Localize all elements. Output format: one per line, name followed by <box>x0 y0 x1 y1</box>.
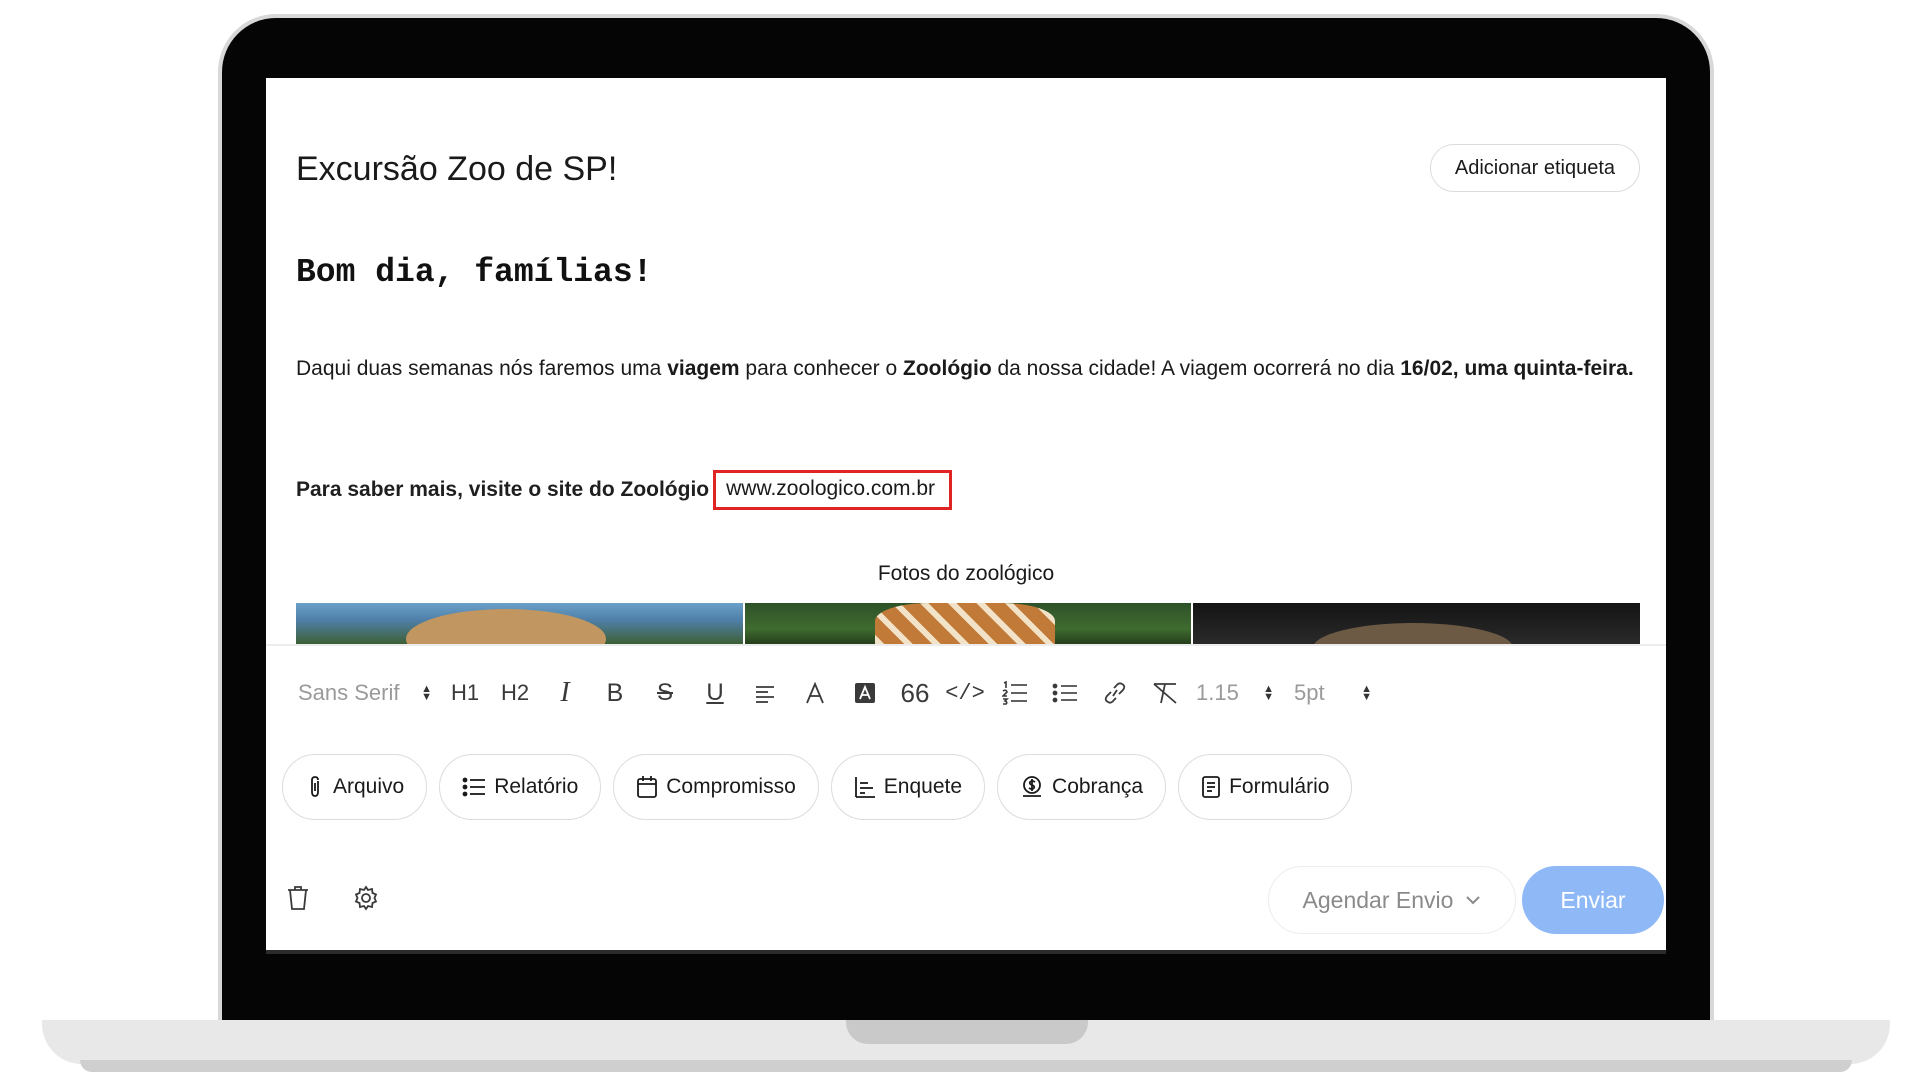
code-button[interactable]: </> <box>940 668 990 718</box>
list-icon <box>462 777 486 797</box>
poll-button[interactable]: Enquete <box>830 754 986 820</box>
screen-bottom-edge <box>266 950 1666 954</box>
zoo-photo-animal[interactable] <box>1191 603 1640 646</box>
zoo-website-link[interactable]: www.zoologico.com.br <box>713 470 953 510</box>
body-greeting[interactable]: Bom dia, famílias! <box>296 254 652 291</box>
paragraph-bold-text: Zoológio <box>903 357 992 380</box>
link-button[interactable] <box>1090 668 1140 718</box>
toolbar-divider <box>266 644 1666 646</box>
report-button[interactable]: Relatório <box>439 754 602 820</box>
zoo-photo-giraffe[interactable] <box>742 603 1192 646</box>
appointment-button[interactable]: Compromisso <box>613 754 819 820</box>
paragraph-text: Daqui duas semanas nós faremos uma <box>296 357 668 380</box>
updown-arrows-icon: ▲ ▼ <box>1361 683 1372 703</box>
photos-caption: Fotos do zoológico <box>877 562 1055 585</box>
body-paragraph[interactable]: Daqui duas semanas nós faremos uma viage… <box>296 352 1636 386</box>
formatting-toolbar: Sans Serif ▲ ▼ H1 H2 I B S U 66 </> 1.15… <box>292 668 1386 718</box>
clear-format-button[interactable] <box>1140 668 1190 718</box>
form-label: Formulário <box>1229 775 1330 798</box>
bullet-list-icon <box>1052 683 1077 703</box>
chevron-down-icon <box>1466 896 1481 905</box>
italic-button[interactable]: I <box>540 668 590 718</box>
highlight-icon <box>855 683 875 703</box>
heading1-button[interactable]: H1 <box>440 668 490 718</box>
strikethrough-button[interactable]: S <box>640 668 690 718</box>
bullet-list-button[interactable] <box>1040 668 1090 718</box>
attachment-options: Arquivo Relatório Compromisso Enquete Co… <box>282 754 1353 820</box>
line-height-value: 1.15 <box>1196 680 1239 705</box>
underline-button[interactable]: U <box>690 668 740 718</box>
laptop-base-shadow <box>80 1060 1852 1072</box>
attach-file-label: Arquivo <box>333 775 405 798</box>
font-size-value: 5pt <box>1294 680 1325 705</box>
form-icon <box>1202 776 1220 798</box>
report-label: Relatório <box>494 775 579 798</box>
ordered-list-button[interactable] <box>990 668 1040 718</box>
photo-gallery <box>296 603 1640 646</box>
calendar-icon <box>637 776 658 798</box>
heading2-button[interactable]: H2 <box>490 668 540 718</box>
message-subject[interactable]: Excursão Zoo de SP! <box>296 150 617 189</box>
settings-button[interactable] <box>346 878 386 918</box>
paragraph-bold-text: viagem <box>667 357 740 380</box>
text-color-icon <box>806 681 824 704</box>
poll-label: Enquete <box>883 775 963 798</box>
link-paragraph: Para saber mais, visite o site do Zoológ… <box>296 470 953 510</box>
schedule-send-label: Agendar Envio <box>1302 886 1454 913</box>
ordered-list-icon <box>1002 681 1027 705</box>
form-button[interactable]: Formulário <box>1178 754 1353 820</box>
text-color-button[interactable] <box>790 668 840 718</box>
message-composer: Excursão Zoo de SP! Adicionar etiqueta B… <box>266 78 1666 950</box>
align-button[interactable] <box>740 668 790 718</box>
quote-button[interactable]: 66 <box>890 668 940 718</box>
gear-icon <box>354 885 378 911</box>
money-icon <box>1023 776 1042 797</box>
highlight-button[interactable] <box>840 668 890 718</box>
trash-icon <box>288 886 308 910</box>
font-family-select[interactable]: Sans Serif ▲ ▼ <box>292 668 440 718</box>
font-family-value: Sans Serif <box>298 680 400 705</box>
paragraph-bold-text: 16/02, uma quinta-feira. <box>1400 357 1634 380</box>
align-left-icon <box>756 686 774 703</box>
laptop-notch <box>846 1020 1088 1044</box>
paragraph-text: para conhecer o <box>739 357 904 380</box>
charge-button[interactable]: Cobrança <box>997 754 1167 820</box>
updown-arrows-icon: ▲ ▼ <box>1263 683 1274 703</box>
bold-button[interactable]: B <box>590 668 640 718</box>
link-lead-text: Para saber mais, visite o site do Zoológ… <box>296 478 710 501</box>
clear-format-icon <box>1153 683 1177 704</box>
paragraph-text: da nossa cidade! A viagem ocorrerá no di… <box>991 357 1401 380</box>
link-icon <box>1104 682 1126 704</box>
zoo-photo-lion[interactable] <box>296 603 743 646</box>
attach-file-button[interactable]: Arquivo <box>282 754 428 820</box>
line-height-select[interactable]: 1.15 ▲ ▼ <box>1190 668 1288 718</box>
delete-button[interactable] <box>278 878 318 918</box>
font-size-select[interactable]: 5pt ▲ ▼ <box>1288 668 1386 718</box>
paperclip-icon <box>311 776 319 797</box>
appointment-label: Compromisso <box>666 775 796 798</box>
schedule-send-button[interactable]: Agendar Envio <box>1268 866 1516 934</box>
poll-icon <box>854 777 875 798</box>
add-tag-button[interactable]: Adicionar etiqueta <box>1429 144 1640 192</box>
updown-arrows-icon: ▲ ▼ <box>421 683 432 703</box>
charge-label: Cobrança <box>1052 775 1144 798</box>
send-button[interactable]: Enviar <box>1522 866 1664 934</box>
